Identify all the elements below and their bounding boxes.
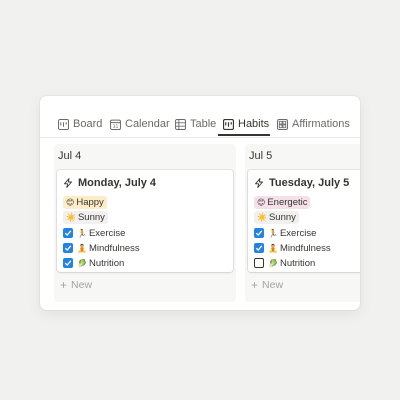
tab-label: Board [73, 118, 103, 130]
habit-mindfulness: 🧘 Mindfulness [254, 242, 331, 254]
habit-exercise: 🏃 Exercise [63, 227, 125, 239]
table-icon [175, 118, 186, 130]
column-header: Jul 4 [58, 150, 82, 162]
habit-tracker-panel: Board 31 Calendar Table Habits Affirmati… [40, 96, 360, 310]
new-card-button[interactable]: + New [60, 279, 92, 291]
habit-mindfulness: 🧘 Mindfulness [63, 242, 140, 254]
tab-label: Table [190, 118, 217, 130]
tab-affirmations[interactable]: Affirmations [277, 114, 350, 134]
board-column-jul-4: Jul 4 Monday, July 4 😊 Happy ☀️ Sunny 🏃 Exe… [54, 144, 236, 302]
card-title: Tuesday, July 5 [254, 177, 349, 189]
tab-habits[interactable]: Habits [223, 114, 269, 134]
checkbox[interactable] [254, 243, 264, 253]
habit-nutrition: 🥬 Nutrition [254, 257, 315, 269]
board-icon [58, 118, 69, 130]
active-tab-indicator [218, 134, 270, 136]
board-icon [223, 118, 234, 130]
tab-label: Habits [238, 118, 270, 130]
tab-calendar[interactable]: 31 Calendar [110, 114, 170, 134]
mood-tag: 😊 Energetic [254, 196, 311, 209]
checkbox[interactable] [63, 258, 73, 268]
checkbox[interactable] [63, 243, 73, 253]
bolt-icon [255, 178, 263, 188]
board-card[interactable]: Tuesday, July 5 😊 Energetic ☀️ Sunny 🏃 Exer… [248, 170, 360, 272]
mood-tag: 😊 Happy [63, 196, 107, 209]
checkbox[interactable] [63, 228, 73, 238]
habit-nutrition: 🥬 Nutrition [63, 257, 124, 269]
weather-tag: ☀️ Sunny [63, 211, 108, 224]
tab-label: Calendar [125, 118, 170, 130]
plus-icon: + [60, 278, 68, 292]
checkbox[interactable] [254, 258, 264, 268]
view-tabs: Board 31 Calendar Table Habits Affirmati… [40, 96, 360, 138]
board-card[interactable]: Monday, July 4 😊 Happy ☀️ Sunny 🏃 Exercise … [57, 170, 233, 272]
board-column-jul-5: Jul 5 Tuesday, July 5 😊 Energetic ☀️ Sunny… [245, 144, 360, 302]
column-header: Jul 5 [249, 150, 273, 162]
card-title: Monday, July 4 [63, 177, 156, 189]
gallery-icon [277, 118, 288, 130]
checkbox[interactable] [254, 228, 264, 238]
svg-text:31: 31 [113, 123, 119, 129]
new-card-button[interactable]: + New [251, 279, 283, 291]
habit-exercise: 🏃 Exercise [254, 227, 316, 239]
tab-table[interactable]: Table [175, 114, 216, 134]
tab-board[interactable]: Board [58, 114, 102, 134]
bolt-icon [64, 178, 72, 188]
weather-tag: ☀️ Sunny [254, 211, 299, 224]
plus-icon: + [251, 278, 259, 292]
page: Board 31 Calendar Table Habits Affirmati… [0, 0, 400, 400]
calendar-icon: 31 [110, 119, 121, 129]
tab-label: Affirmations [292, 118, 350, 130]
